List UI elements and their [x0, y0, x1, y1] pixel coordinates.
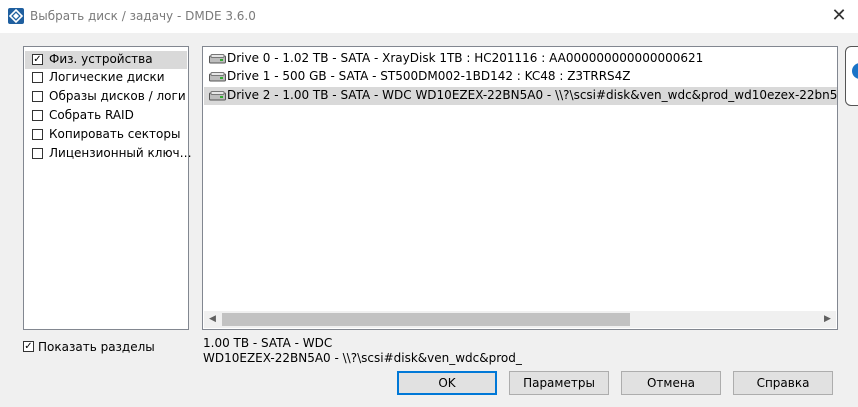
side-widget[interactable]	[845, 46, 858, 106]
category-label: Образы дисков / логи	[49, 89, 186, 103]
scroll-left-icon[interactable]: ◀	[204, 311, 221, 328]
category-build-raid[interactable]: Собрать RAID	[25, 107, 187, 125]
drive-label: Drive 1 - 500 GB - SATA - ST500DM002-1BD…	[227, 69, 631, 83]
category-label: Копировать секторы	[49, 127, 181, 141]
cancel-button[interactable]: Отмена	[621, 371, 721, 395]
category-list: ✓ Физ. устройства Логические диски Образ…	[23, 46, 192, 330]
category-checkbox[interactable]	[32, 91, 43, 102]
show-partitions-checkbox[interactable]: ✓	[23, 341, 34, 352]
hdd-icon	[209, 91, 226, 101]
category-logical-disks[interactable]: Логические диски	[25, 69, 187, 87]
hdd-icon	[209, 54, 226, 64]
category-copy-sectors[interactable]: Копировать секторы	[25, 126, 187, 144]
ok-button[interactable]: OK	[397, 371, 497, 395]
category-checkbox[interactable]	[32, 148, 43, 159]
drive-info: 1.00 TB - SATA - WDC WD10EZEX-22BN5A0 - …	[203, 336, 522, 366]
category-license-key[interactable]: Лицензионный ключ…	[25, 145, 192, 163]
category-checkbox[interactable]	[32, 110, 43, 121]
drive-row[interactable]: Drive 1 - 500 GB - SATA - ST500DM002-1BD…	[204, 68, 837, 86]
drive-row-selected[interactable]: Drive 2 - 1.00 TB - SATA - WDC WD10EZEX-…	[204, 87, 838, 105]
dmde-logo-icon	[8, 8, 24, 24]
drive-row[interactable]: Drive 0 - 1.02 TB - SATA - XrayDisk 1TB …	[204, 50, 837, 68]
scroll-right-icon[interactable]: ▶	[819, 311, 836, 328]
drive-label: Drive 2 - 1.00 TB - SATA - WDC WD10EZEX-…	[227, 88, 838, 102]
close-button[interactable]: ✕	[820, 0, 858, 33]
category-checkbox[interactable]	[32, 72, 43, 83]
horizontal-scrollbar[interactable]: ◀ ▶	[204, 311, 836, 328]
category-physical-devices[interactable]: ✓ Физ. устройства	[25, 51, 187, 69]
category-label: Лицензионный ключ…	[49, 146, 192, 160]
side-widget-icon	[852, 63, 858, 79]
category-label: Логические диски	[49, 70, 165, 84]
show-partitions-label: Показать разделы	[38, 340, 155, 354]
parameters-button[interactable]: Параметры	[509, 371, 609, 395]
category-label: Собрать RAID	[49, 108, 134, 122]
close-icon: ✕	[831, 5, 847, 26]
category-checkbox[interactable]: ✓	[32, 54, 43, 65]
title-bar: Выбрать диск / задачу - DMDE 3.6.0 ✕	[0, 0, 858, 33]
help-button[interactable]: Справка	[733, 371, 833, 395]
category-disk-images[interactable]: Образы дисков / логи	[25, 88, 187, 106]
window-title: Выбрать диск / задачу - DMDE 3.6.0	[30, 9, 256, 23]
drive-info-line2: WD10EZEX-22BN5A0 - \\?\scsi#disk&ven_wdc…	[203, 351, 522, 365]
category-checkbox[interactable]	[32, 129, 43, 140]
category-label: Физ. устройства	[49, 52, 153, 66]
drive-info-line1: 1.00 TB - SATA - WDC	[203, 336, 333, 350]
hdd-icon	[209, 72, 226, 82]
drive-label: Drive 0 - 1.02 TB - SATA - XrayDisk 1TB …	[227, 51, 704, 65]
scroll-thumb[interactable]	[222, 313, 630, 326]
drive-list: Drive 0 - 1.02 TB - SATA - XrayDisk 1TB …	[202, 46, 838, 330]
